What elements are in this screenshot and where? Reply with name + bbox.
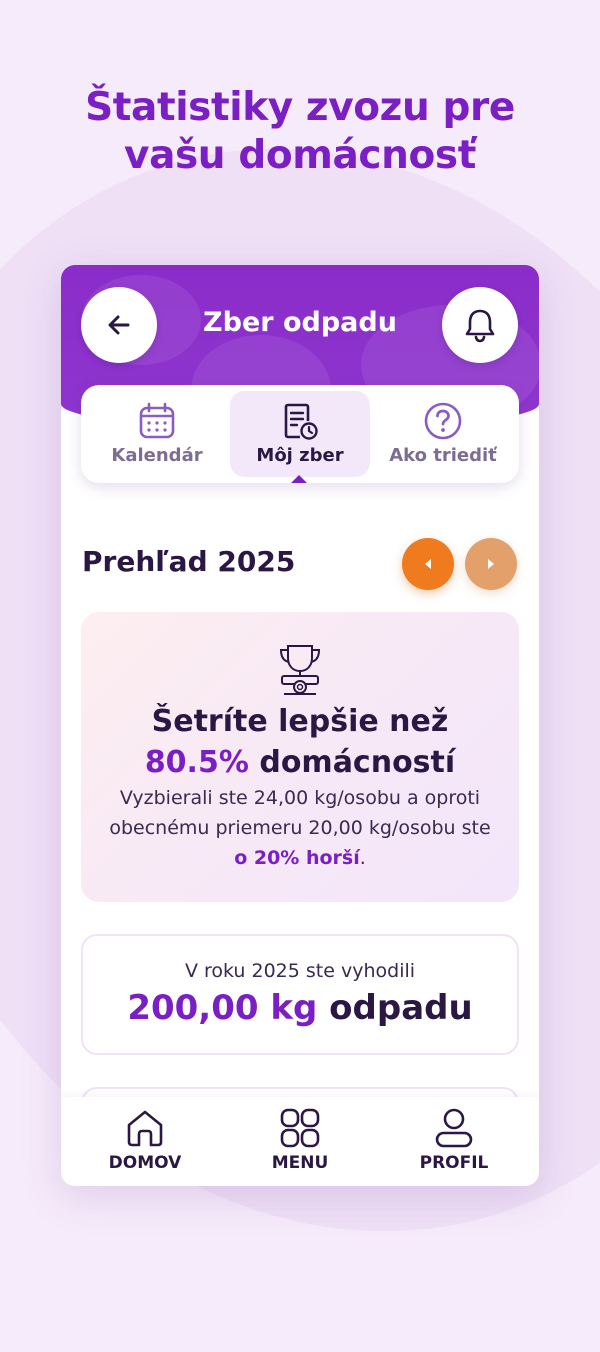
yearly-total-value: 200,00 kg odpadu	[127, 988, 473, 1028]
tab-my-collection[interactable]: Môj zber	[230, 391, 370, 477]
tab-label: Ako triediť	[389, 445, 497, 466]
caret-right-icon	[488, 559, 494, 569]
headline-suffix: domácností	[259, 745, 456, 780]
bottom-navigation: DOMOV MENU PROFIL	[61, 1097, 539, 1186]
promo-title: Štatistiky zvozu pre vašu domácnosť	[85, 85, 515, 178]
bell-icon	[465, 309, 495, 343]
home-icon	[127, 1110, 163, 1147]
nav-profile[interactable]: PROFIL	[394, 1107, 514, 1173]
grid-icon	[280, 1108, 320, 1148]
trophy-icon	[279, 645, 321, 695]
next-year-button[interactable]	[465, 538, 517, 590]
question-icon	[424, 402, 462, 440]
overview-title: Prehľad 2025	[82, 545, 296, 578]
yearly-total-subtitle: V roku 2025 ste vyhodili	[184, 960, 416, 982]
headline-line-2: 80.5% domácností	[81, 745, 519, 780]
tab-bar: Kalendár Môj zber Ako triediť	[81, 385, 519, 483]
calendar-icon	[139, 402, 175, 439]
user-icon	[435, 1108, 473, 1148]
yearly-total-unit: odpadu	[329, 988, 473, 1028]
nav-label: MENU	[271, 1153, 329, 1173]
nav-label: DOMOV	[108, 1153, 182, 1173]
tab-how-to-sort[interactable]: Ako triediť	[373, 391, 513, 477]
notifications-button[interactable]	[442, 287, 518, 363]
active-tab-indicator	[291, 475, 307, 483]
headline-line-1: Šetríte lepšie než	[151, 704, 449, 739]
app-screen: Zber odpadu Kalendár Môj zber Ako triedi…	[61, 265, 539, 1186]
comparison-card: Šetríte lepšie než 80.5% domácností Vyzb…	[81, 612, 519, 902]
nav-label: PROFIL	[419, 1153, 489, 1173]
comparison-highlight: o 20% horší	[234, 847, 360, 869]
previous-year-button[interactable]	[402, 538, 454, 590]
tab-label: Môj zber	[256, 445, 344, 466]
tab-label: Kalendár	[111, 445, 203, 466]
percent-value: 80.5%	[144, 745, 249, 780]
comparison-description: Vyzbierali ste 24,00 kg/osobu a oproti o…	[109, 787, 491, 869]
caret-left-icon	[425, 559, 431, 569]
yearly-total-card: V roku 2025 ste vyhodili 200,00 kg odpad…	[81, 934, 519, 1055]
nav-menu[interactable]: MENU	[240, 1107, 360, 1173]
document-clock-icon	[284, 403, 318, 440]
nav-home[interactable]: DOMOV	[85, 1107, 205, 1173]
tab-calendar[interactable]: Kalendár	[87, 391, 227, 477]
